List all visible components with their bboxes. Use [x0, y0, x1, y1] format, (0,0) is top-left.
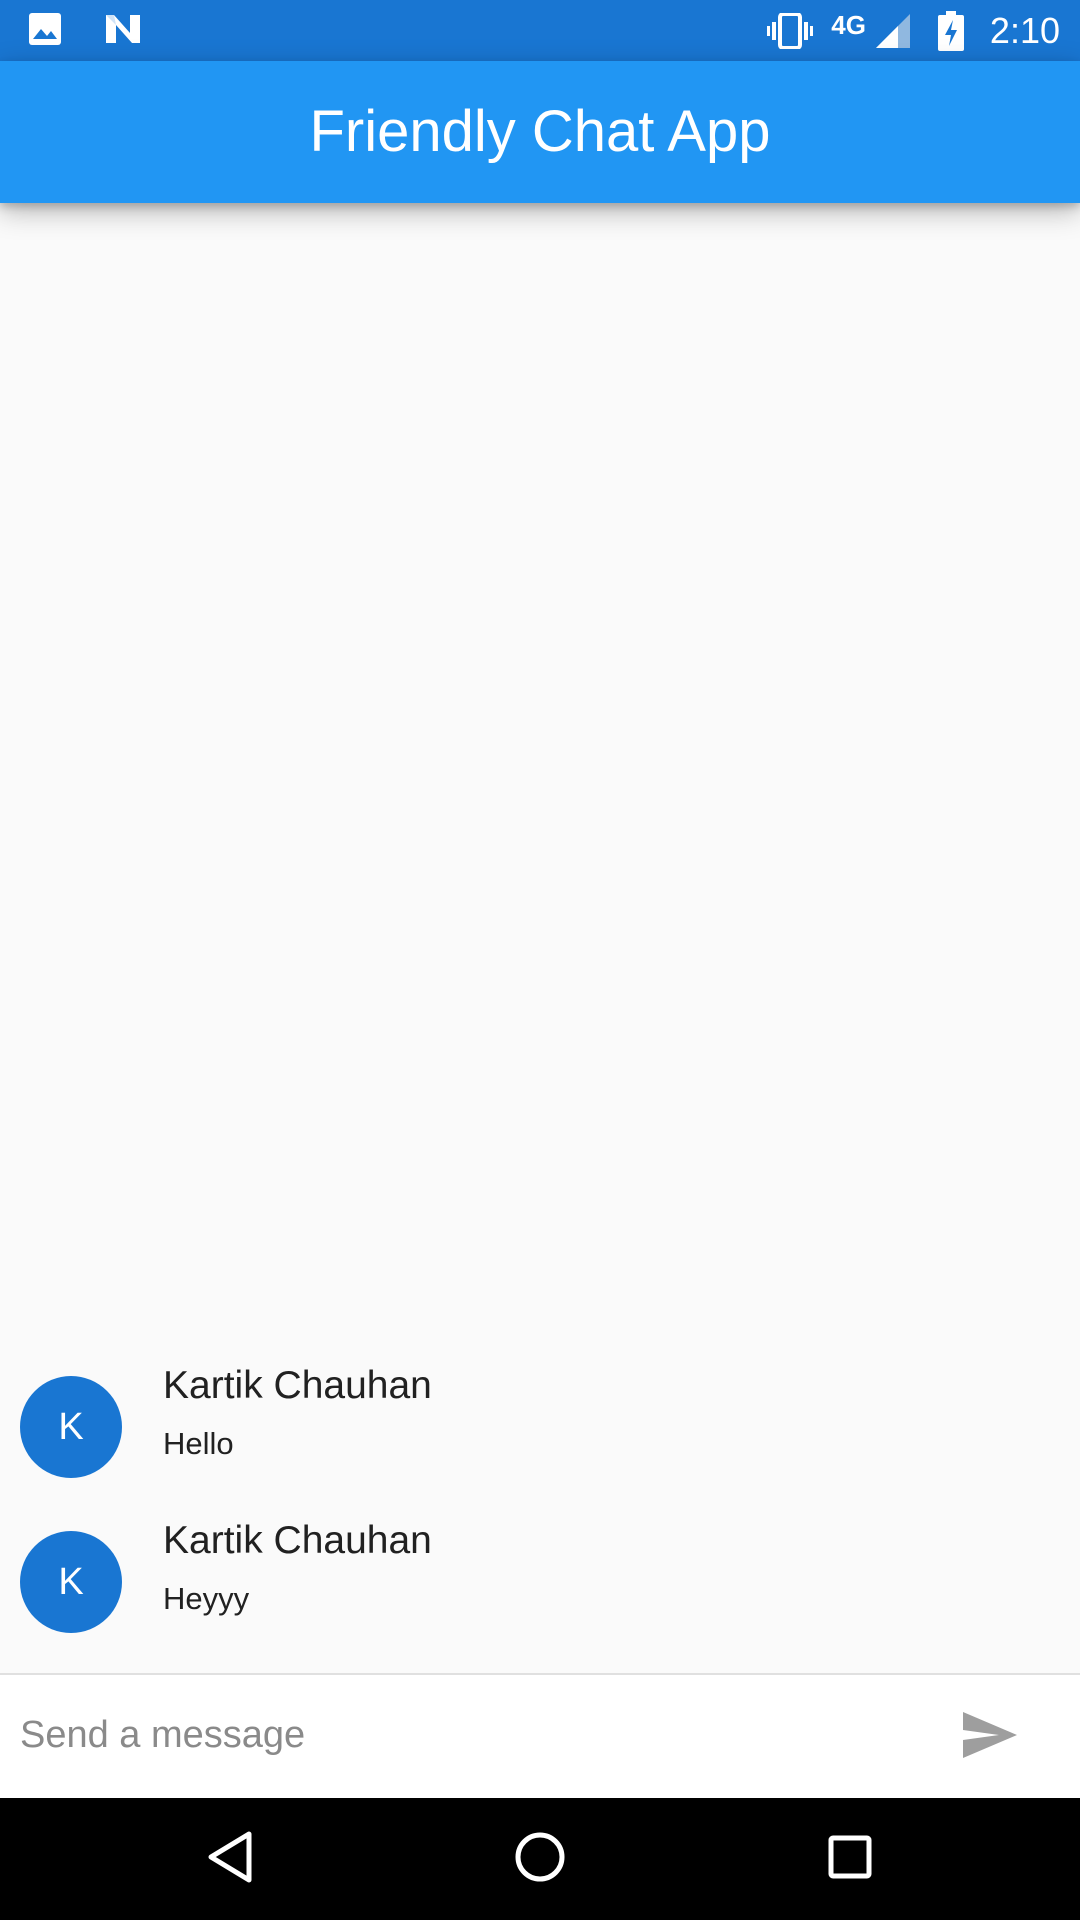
avatar: K: [20, 1531, 122, 1633]
list-item: K Kartik Chauhan Hello: [0, 1358, 1080, 1498]
list-item: K Kartik Chauhan Heyyy: [0, 1513, 1080, 1653]
app-bar: Friendly Chat App: [0, 61, 1080, 203]
sender-name: Kartik Chauhan: [163, 1364, 432, 1407]
navigation-bar: [0, 1798, 1080, 1920]
back-button[interactable]: [193, 1822, 267, 1896]
send-icon: [961, 1710, 1019, 1765]
message-text: Hello: [163, 1426, 234, 1461]
message-input[interactable]: [20, 1695, 900, 1775]
message-text: Heyyy: [163, 1581, 250, 1616]
recents-icon: [827, 1834, 873, 1885]
avatar: K: [20, 1376, 122, 1478]
message-list[interactable]: K Kartik Chauhan Hello K Kartik Chauhan …: [0, 203, 1080, 1673]
gallery-icon: [28, 12, 62, 46]
n-logo-icon: [104, 13, 142, 45]
signal-icon: [874, 12, 912, 50]
sender-name: Kartik Chauhan: [163, 1519, 432, 1562]
clock: 2:10: [989, 10, 1060, 51]
message-composer: [0, 1673, 1080, 1798]
status-bar: 4G 2:10: [0, 0, 1080, 61]
back-icon: [205, 1830, 255, 1889]
send-button[interactable]: [948, 1695, 1032, 1779]
battery-charging-icon: [937, 11, 964, 51]
home-icon: [513, 1830, 567, 1889]
vibrate-icon: [767, 13, 814, 49]
network-type-label: 4G: [831, 9, 866, 40]
home-button[interactable]: [503, 1822, 577, 1896]
app-title: Friendly Chat App: [309, 99, 771, 164]
recents-button[interactable]: [813, 1822, 887, 1896]
